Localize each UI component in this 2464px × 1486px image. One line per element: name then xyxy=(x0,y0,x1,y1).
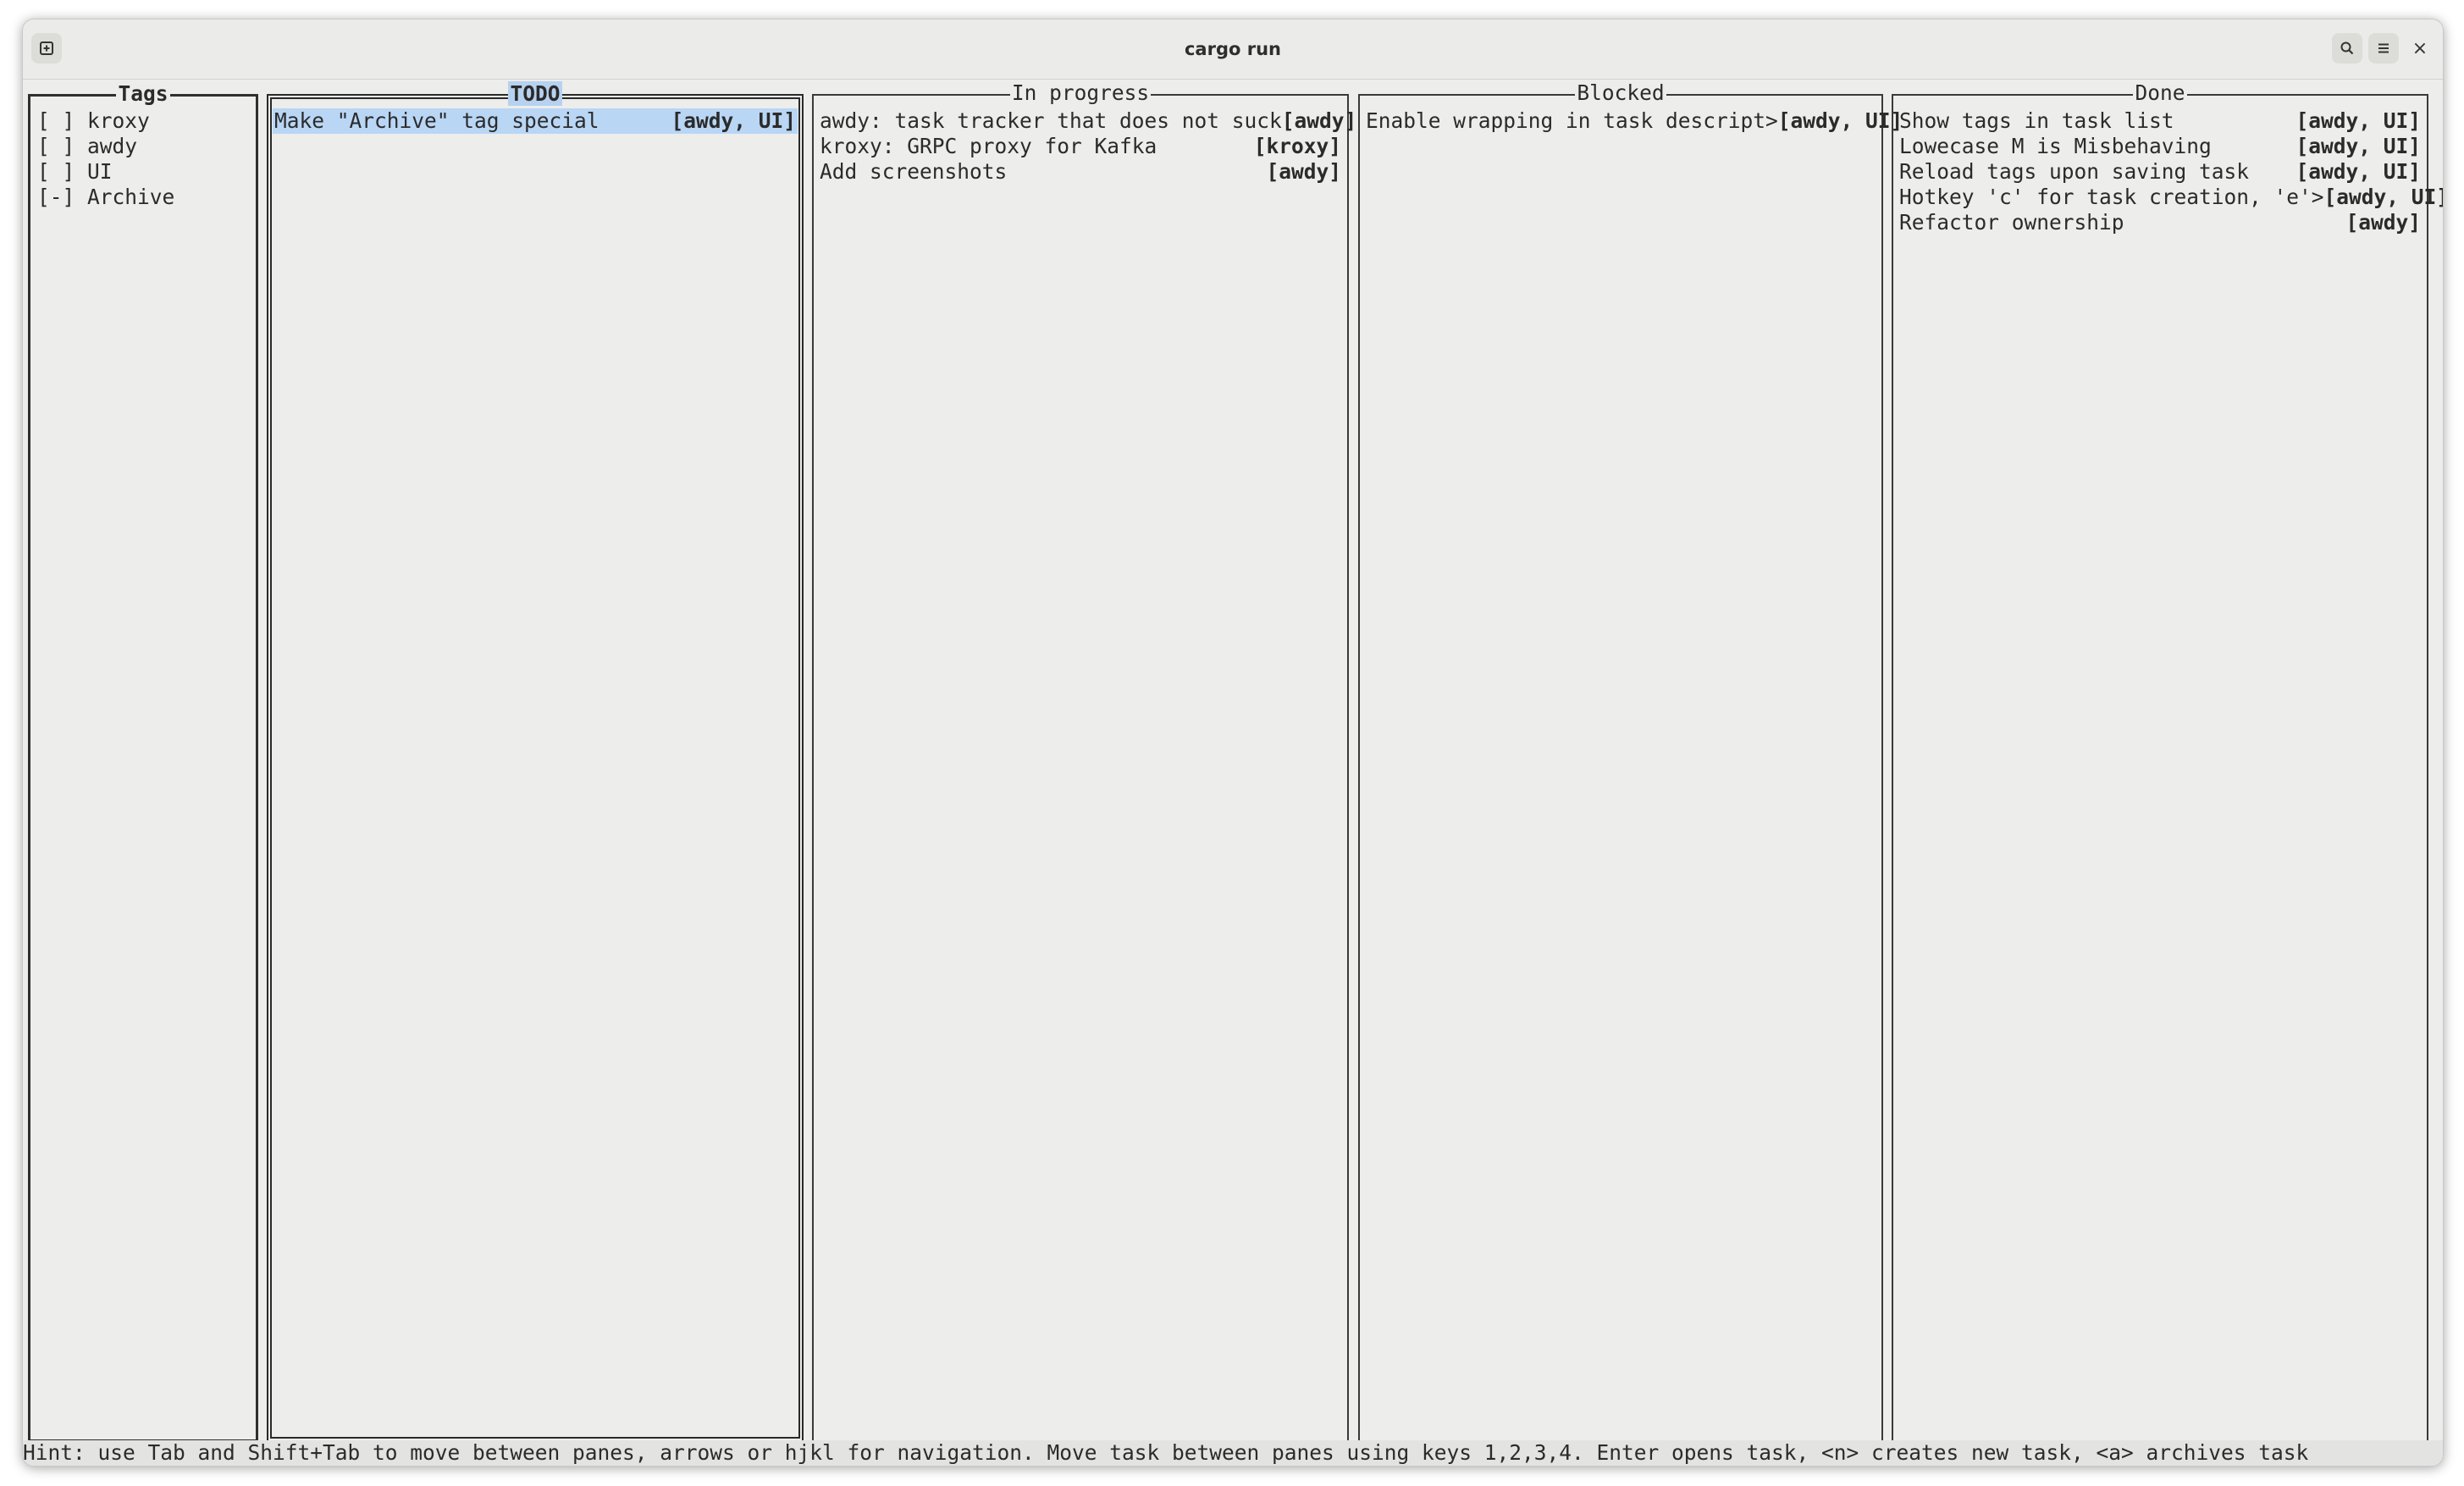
in-progress-pane-title-wrap: In progress xyxy=(814,80,1347,105)
tag-filter-item[interactable]: [ ] kroxy xyxy=(36,108,251,134)
tags-pane-title: Tags xyxy=(116,81,170,106)
task-item-tags: [awdy, UI] xyxy=(2323,185,2444,209)
task-item[interactable]: Refactor ownership [awdy] xyxy=(1898,210,2423,235)
task-item[interactable]: Hotkey 'c' for task creation, 'e'> [awdy,… xyxy=(1898,185,2443,210)
task-item[interactable]: Lowecase M is Misbehaving [awdy, UI] xyxy=(1898,134,2423,159)
hamburger-menu-icon[interactable] xyxy=(2368,33,2399,64)
task-item-tags: [awdy] xyxy=(2345,210,2421,235)
tag-label: awdy xyxy=(87,134,138,158)
task-item[interactable]: Make "Archive" tag special [awdy, UI] xyxy=(273,108,798,134)
close-icon[interactable]: × xyxy=(2405,33,2435,64)
task-item[interactable]: Reload tags upon saving task [awdy, UI] xyxy=(1898,159,2423,185)
tag-checkbox[interactable]: [ ] xyxy=(37,108,75,134)
task-item-text: Hotkey 'c' for task creation, 'e'> xyxy=(1899,185,2324,209)
todo-list: Make "Archive" tag special [awdy, UI] xyxy=(273,108,798,134)
task-item[interactable]: kroxy: GRPC proxy for Kafka [kroxy] xyxy=(818,134,1343,159)
task-item-tags: [awdy, UI] xyxy=(2295,134,2421,158)
tags-pane[interactable]: Tags [ ] kroxy[ ] awdy[ ] UI [-] Archive xyxy=(28,81,258,1442)
tag-checkbox[interactable]: [ ] xyxy=(37,134,75,159)
done-pane-title: Done xyxy=(2133,80,2187,105)
task-item-tags: [awdy, UI] xyxy=(2295,159,2421,184)
task-item-tags: [awdy] xyxy=(1266,159,1341,184)
task-item-text: Show tags in task list xyxy=(1899,108,2174,133)
task-item-text: Refactor ownership xyxy=(1899,210,2124,235)
task-item[interactable]: Add screenshots [awdy] xyxy=(818,159,1343,185)
tags-pane-title-wrap: Tags xyxy=(30,81,256,106)
in-progress-list: awdy: task tracker that does not suck [aw… xyxy=(818,108,1356,185)
blocked-list: Enable wrapping in task descript> [awdy, … xyxy=(1364,108,1903,134)
task-item-text: Lowecase M is Misbehaving xyxy=(1899,134,2212,158)
hint-bar: Hint: use Tab and Shift+Tab to move betw… xyxy=(23,1440,2443,1466)
done-pane[interactable]: Done Show tags in task list [awdy, UI] Low… xyxy=(1892,80,2443,1442)
tags-list: [ ] kroxy[ ] awdy[ ] UI [-] Archive xyxy=(36,108,251,210)
in-progress-pane-title: In progress xyxy=(1009,80,1152,105)
task-item-tags: [kroxy] xyxy=(1253,134,1341,158)
tag-label: kroxy xyxy=(87,108,150,133)
task-item[interactable]: Enable wrapping in task descript> [awdy, … xyxy=(1364,108,1903,134)
titlebar: cargo run × xyxy=(23,19,2443,80)
task-item-text: Enable wrapping in task descript> xyxy=(1366,108,1778,133)
task-item-tags: [awdy, UI] xyxy=(2295,108,2421,133)
todo-pane-title: TODO xyxy=(508,81,562,106)
window-title: cargo run xyxy=(1184,39,1281,59)
task-item-tags: [awdy] xyxy=(1281,108,1357,133)
terminal-content: Tags [ ] kroxy[ ] awdy[ ] UI [-] Archive … xyxy=(23,80,2443,1466)
task-item-tags: [awdy, UI] xyxy=(671,108,796,133)
done-list: Show tags in task list [awdy, UI] Lowecase… xyxy=(1898,108,2443,235)
task-item-tags: [awdy, UI] xyxy=(1777,108,1903,133)
task-item[interactable]: awdy: task tracker that does not suck [aw… xyxy=(818,108,1356,134)
task-item-text: Add screenshots xyxy=(820,159,1008,184)
tag-label: UI xyxy=(87,159,113,184)
blocked-pane[interactable]: Blocked Enable wrapping in task descript… xyxy=(1358,80,1903,1442)
blocked-pane-title: Blocked xyxy=(1575,80,1666,105)
task-item-text: kroxy: GRPC proxy for Kafka xyxy=(820,134,1157,158)
tag-checkbox[interactable]: [-] xyxy=(37,185,75,210)
done-pane-title-wrap: Done xyxy=(1893,80,2427,105)
tag-filter-item[interactable]: [-] Archive xyxy=(36,185,251,210)
task-item-text: Reload tags upon saving task xyxy=(1899,159,2250,184)
task-item-text: awdy: task tracker that does not suck xyxy=(820,108,1282,133)
terminal-window: cargo run × Tags [ ] kroxy[ ] awdy[ ] UI… xyxy=(22,19,2444,1467)
search-icon[interactable] xyxy=(2332,33,2362,64)
todo-pane[interactable]: TODO Make "Archive" tag special [awdy, UI… xyxy=(267,81,804,1442)
blocked-pane-title-wrap: Blocked xyxy=(1360,80,1881,105)
task-item-text: Make "Archive" tag special xyxy=(274,108,599,133)
in-progress-pane[interactable]: In progress awdy: task tracker that does… xyxy=(812,80,1356,1442)
tag-label: Archive xyxy=(87,185,175,209)
tag-checkbox[interactable]: [ ] xyxy=(37,159,75,185)
task-item[interactable]: Show tags in task list [awdy, UI] xyxy=(1898,108,2423,134)
todo-pane-title-wrap: TODO xyxy=(272,81,798,106)
tag-filter-item[interactable]: [ ] awdy xyxy=(36,134,251,159)
tag-filter-item[interactable]: [ ] UI xyxy=(36,159,251,185)
